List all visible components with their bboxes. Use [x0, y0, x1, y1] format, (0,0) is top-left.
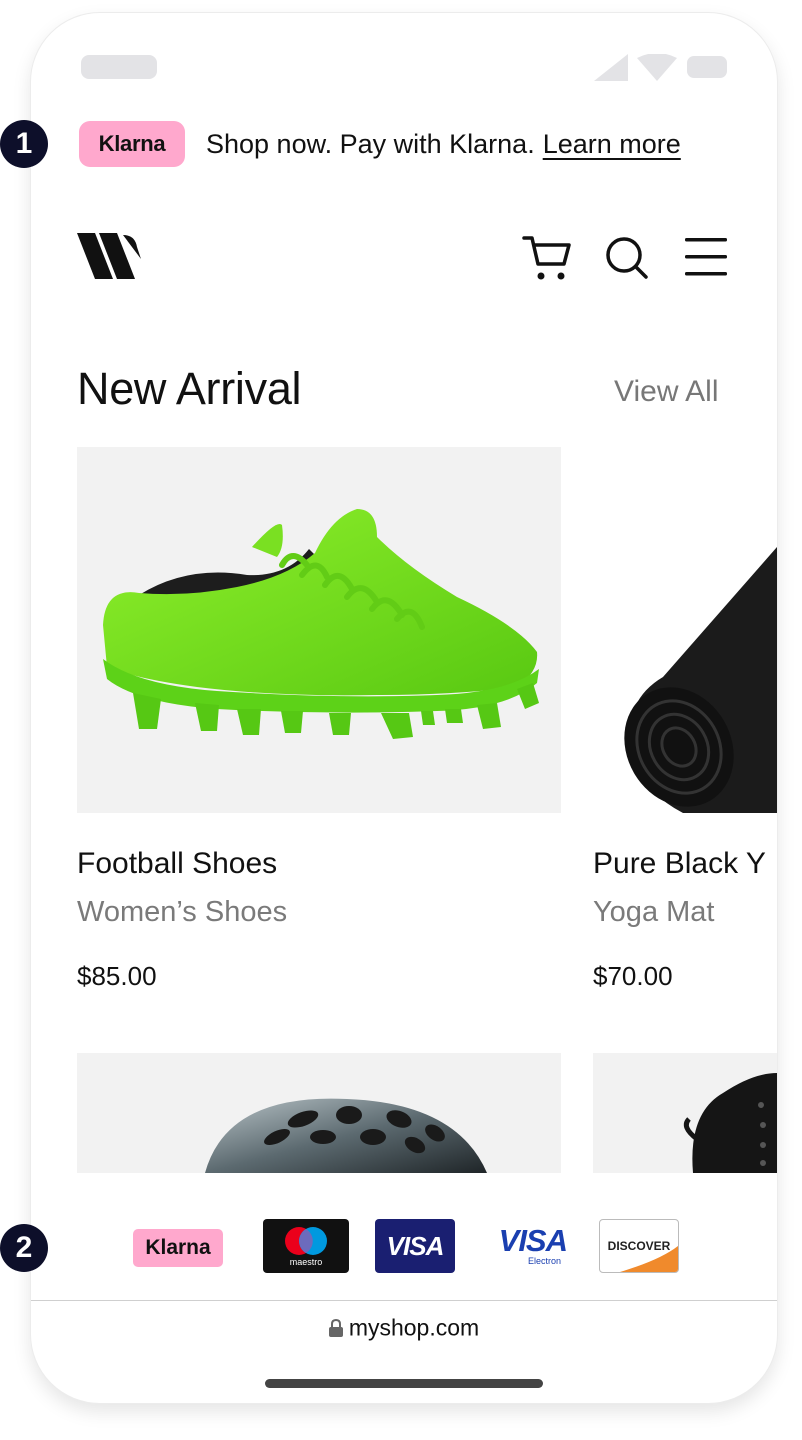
product-card[interactable] [77, 1053, 561, 1173]
klarna-banner: Klarna Shop now. Pay with Klarna. Learn … [79, 120, 729, 168]
product-price: $85.00 [77, 961, 157, 991]
product-card[interactable] [593, 1053, 777, 1173]
search-icon[interactable] [605, 236, 649, 280]
browser-divider [31, 1300, 777, 1301]
product-category: Women’s Shoes [77, 896, 288, 928]
visa-label: VISA [386, 1230, 445, 1261]
visa-electron-logo: VISA Electron [487, 1219, 568, 1273]
wifi-icon [637, 54, 677, 81]
lock-icon [328, 1318, 343, 1337]
maestro-logo: maestro [263, 1219, 349, 1273]
product-name: Football Shoes [77, 847, 278, 880]
view-all-link[interactable]: View All [614, 375, 719, 409]
home-indicator[interactable] [265, 1379, 543, 1388]
visa-logo: VISA [375, 1219, 455, 1273]
discover-logo: DISCOVER [599, 1219, 679, 1273]
product-category: Yoga Mat [593, 896, 715, 928]
phone-frame: Klarna Shop now. Pay with Klarna. Learn … [30, 12, 778, 1404]
product-name: Pure Black Y [593, 847, 766, 880]
banner-text: Shop now. Pay with Klarna. [206, 128, 535, 159]
visa-electron-label: VISA [498, 1223, 568, 1258]
shop-logo[interactable] [77, 233, 143, 279]
learn-more-link[interactable]: Learn more [543, 129, 681, 160]
helmet-image [205, 1098, 487, 1173]
klarna-payment-logo: Klarna [133, 1229, 223, 1267]
status-time-placeholder [81, 55, 157, 79]
visa-electron-sublabel: Electron [527, 1256, 561, 1266]
cart-icon[interactable] [522, 234, 572, 282]
battery-icon [687, 56, 727, 78]
payment-methods: Klarna maestro VISA VISA Electron DISCOV… [31, 1189, 777, 1299]
klarna-payment-label: Klarna [145, 1236, 211, 1259]
browser-url-bar[interactable]: myshop.com [31, 1313, 777, 1373]
product-image [593, 447, 777, 813]
product-image [77, 447, 561, 813]
klarna-badge: Klarna [79, 121, 185, 167]
url-text: myshop.com [348, 1314, 480, 1341]
annotation-badge-2: 2 [0, 1224, 48, 1272]
black-boot-image [683, 1073, 777, 1173]
annotation-badge-1: 1 [0, 120, 48, 168]
green-football-shoe-image [103, 509, 539, 739]
signal-icon [594, 54, 628, 81]
product-card[interactable]: Football Shoes Women’s Shoes $85.00 [77, 447, 561, 991]
discover-label: DISCOVER [607, 1239, 671, 1253]
maestro-label: maestro [289, 1256, 323, 1267]
menu-icon[interactable] [685, 237, 727, 277]
black-yoga-mat-image [624, 547, 777, 813]
section-title: New Arrival [77, 363, 302, 414]
product-card[interactable]: Pure Black Y Yoga Mat $70.00 [593, 447, 777, 991]
product-price: $70.00 [593, 961, 673, 991]
maestro-circles-icon [285, 1226, 327, 1255]
